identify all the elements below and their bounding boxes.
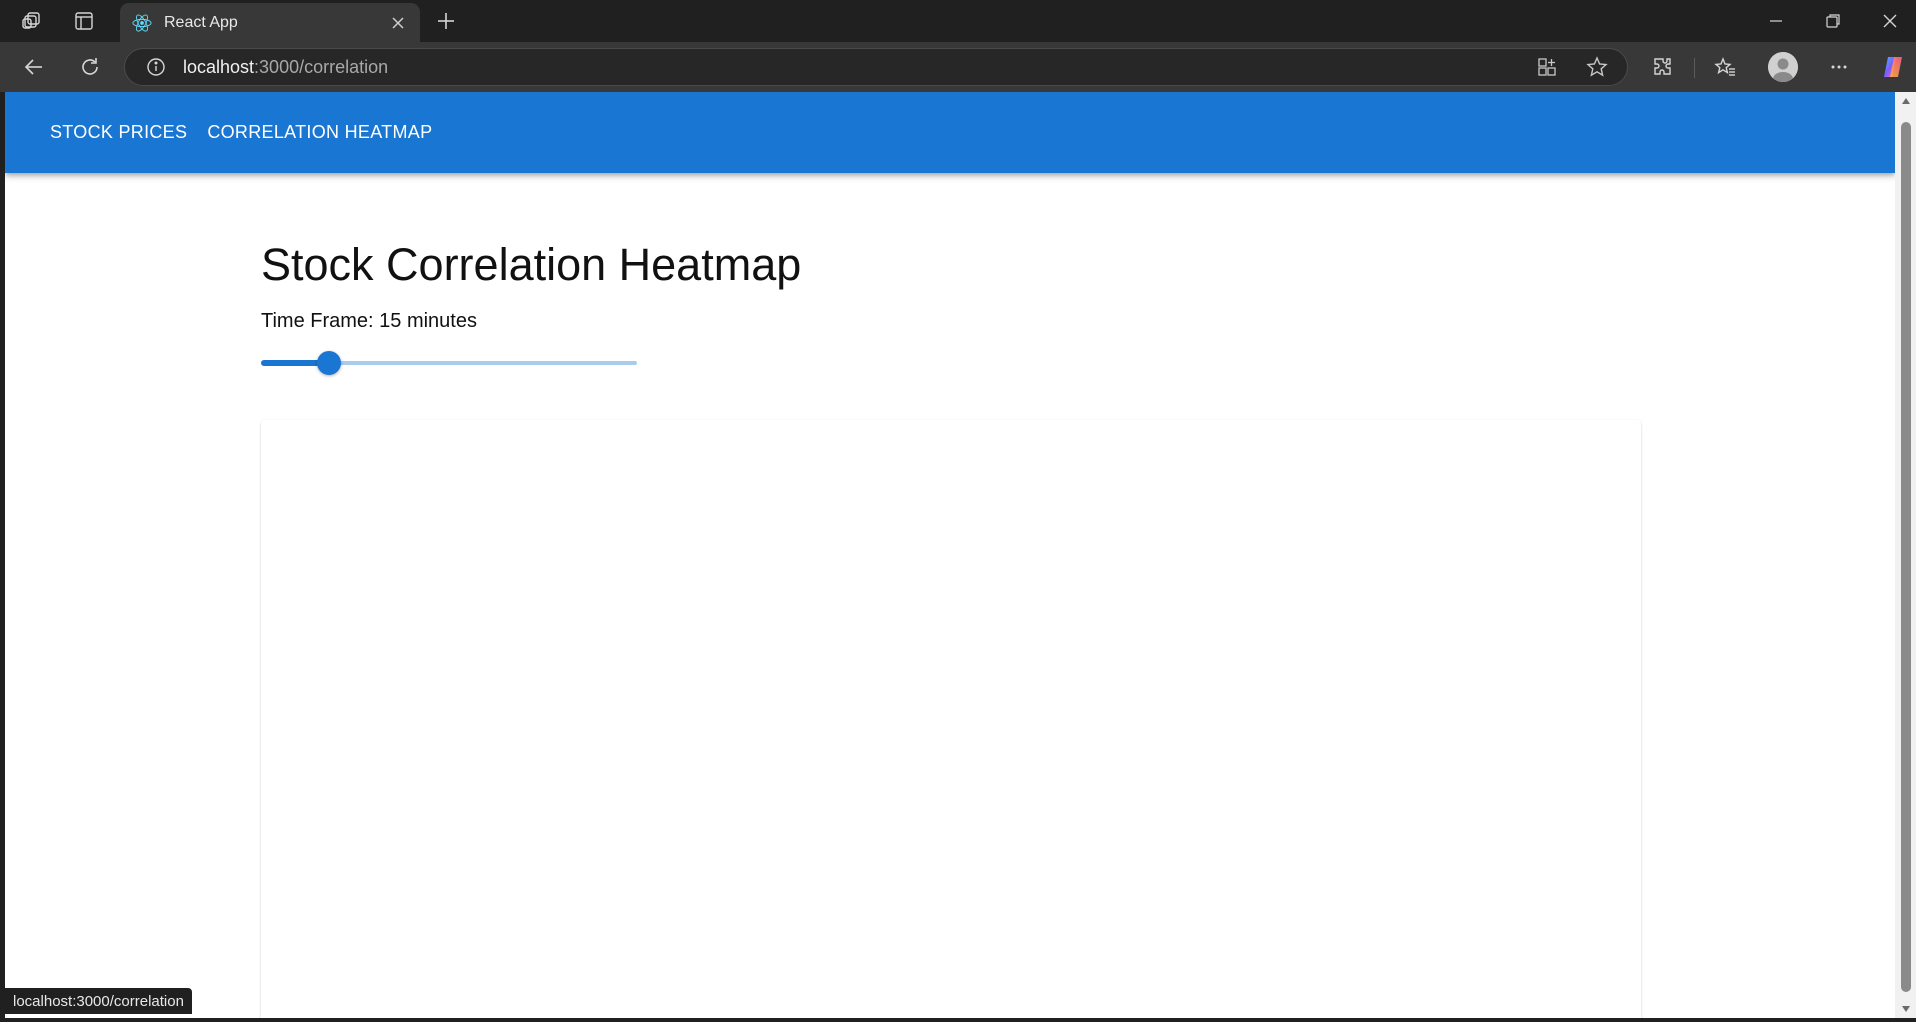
page-title: Stock Correlation Heatmap: [261, 239, 802, 290]
scroll-down-icon[interactable]: [1895, 1000, 1916, 1018]
favorites-icon[interactable]: [1706, 48, 1744, 86]
page-viewport: STOCK PRICES CORRELATION HEATMAP Stock C…: [5, 92, 1895, 1018]
restore-icon[interactable]: [1805, 0, 1861, 42]
browser-toolbar: localhost:3000/correlation: [0, 42, 1916, 92]
info-icon[interactable]: [145, 56, 167, 78]
react-logo-icon: [132, 13, 152, 33]
status-bar-url: localhost:3000/correlation: [5, 988, 192, 1014]
heatmap-card: [261, 420, 1641, 1018]
tab-title: React App: [164, 13, 238, 31]
plus-icon[interactable]: [428, 5, 464, 37]
main-content: Stock Correlation Heatmap Time Frame: 15…: [261, 240, 801, 377]
close-tab-icon[interactable]: [388, 13, 408, 33]
more-icon[interactable]: [1820, 48, 1858, 86]
puzzle-icon[interactable]: [1644, 48, 1682, 86]
browser-tab-bar: React App: [0, 0, 1916, 42]
address-bar[interactable]: localhost:3000/correlation: [124, 48, 1628, 86]
refresh-icon[interactable]: [72, 49, 108, 85]
nav-correlation-heatmap[interactable]: CORRELATION HEATMAP: [197, 116, 442, 149]
star-icon[interactable]: [1578, 48, 1616, 86]
scrollbar-thumb[interactable]: [1901, 122, 1911, 992]
url-host: localhost: [183, 56, 255, 77]
copilot-icon[interactable]: [1874, 48, 1912, 86]
close-window-icon[interactable]: [1862, 0, 1916, 42]
window-bottom-edge: [0, 1018, 1916, 1022]
toolbar-divider: [1694, 58, 1695, 78]
profile-avatar[interactable]: [1768, 52, 1798, 82]
page-scrollbar[interactable]: [1895, 92, 1916, 1018]
tab-actions-icon[interactable]: [66, 5, 102, 37]
timeframe-label: Time Frame: 15 minutes: [261, 309, 477, 332]
app-available-icon[interactable]: [1528, 48, 1566, 86]
scroll-up-icon[interactable]: [1895, 92, 1916, 110]
url-path: :3000/correlation: [254, 56, 389, 77]
app-bar: STOCK PRICES CORRELATION HEATMAP: [5, 92, 1895, 173]
workspaces-icon[interactable]: [14, 5, 50, 37]
slider-thumb[interactable]: [317, 350, 341, 375]
tab-react-app[interactable]: React App: [120, 3, 420, 42]
back-arrow-icon[interactable]: [16, 49, 52, 85]
timeframe-slider[interactable]: [261, 349, 637, 377]
nav-stock-prices[interactable]: STOCK PRICES: [40, 116, 197, 149]
minimize-icon[interactable]: [1748, 0, 1804, 42]
